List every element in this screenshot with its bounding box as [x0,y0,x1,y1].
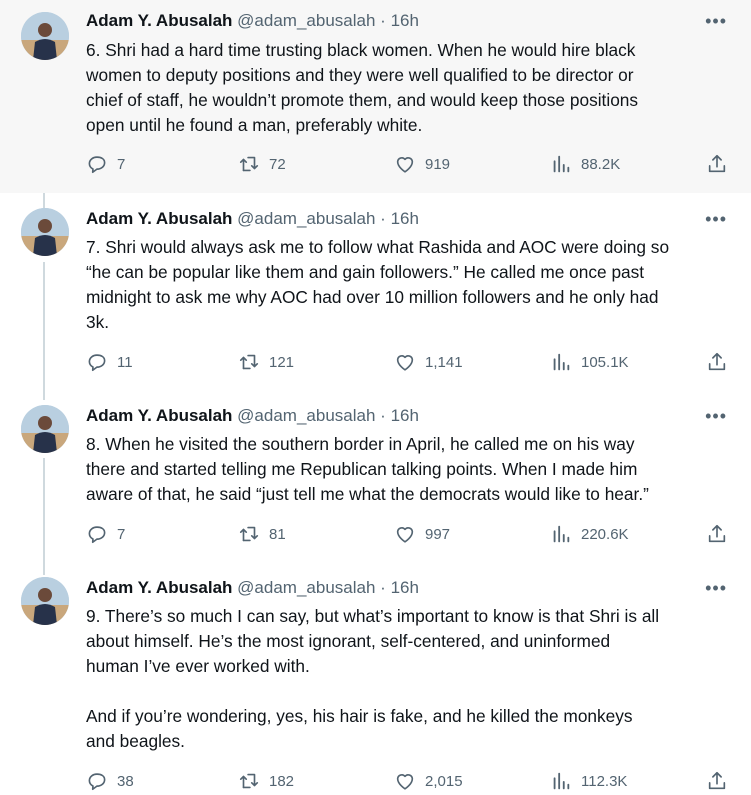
tweet[interactable]: Adam Y. Abusalah @adam_abusalah · 16h ••… [0,560,751,795]
views-icon [553,772,570,790]
tweet[interactable]: Adam Y. Abusalah @adam_abusalah · 16h ••… [0,0,751,193]
like-button[interactable]: 2,015 [394,770,463,792]
author-name[interactable]: Adam Y. Abusalah [86,209,232,228]
avatar[interactable] [21,208,69,256]
author-handle[interactable]: @adam_abusalah [237,406,375,425]
reply-button[interactable]: 7 [86,153,125,175]
author-handle[interactable]: @adam_abusalah [237,578,375,597]
like-button[interactable]: 919 [394,153,450,175]
share-button[interactable] [706,523,737,545]
retweet-count: 81 [269,525,286,543]
retweet-icon [239,156,259,172]
like-button[interactable]: 1,141 [394,351,463,373]
tweet-header: Adam Y. Abusalah @adam_abusalah · 16h [86,405,419,427]
avatar[interactable] [21,12,69,60]
separator: · [380,578,386,597]
share-button[interactable] [706,351,737,373]
share-icon [708,524,726,543]
tweet[interactable]: Adam Y. Abusalah @adam_abusalah · 16h ••… [0,193,751,388]
separator: · [380,406,386,425]
retweet-icon [239,354,259,370]
views-button[interactable]: 220.6K [550,523,629,545]
views-icon [553,353,570,371]
reply-button[interactable]: 7 [86,523,125,545]
reply-button[interactable]: 11 [86,351,133,373]
view-count: 88.2K [581,155,621,173]
like-count: 1,141 [425,353,463,371]
reply-count: 7 [117,155,126,173]
separator: · [380,11,386,30]
retweet-icon [239,526,259,542]
more-icon[interactable]: ••• [705,407,727,425]
retweet-button[interactable]: 182 [238,770,294,792]
share-button[interactable] [706,770,737,792]
more-icon[interactable]: ••• [705,579,727,597]
like-button[interactable]: 997 [394,523,450,545]
reply-icon [88,773,106,791]
reply-count: 7 [117,525,126,543]
timestamp[interactable]: 16h [391,578,419,597]
reply-icon [88,354,106,372]
view-count: 112.3K [581,772,628,790]
author-handle[interactable]: @adam_abusalah [237,11,375,30]
share-button[interactable] [706,153,737,175]
reply-icon [88,156,106,174]
retweet-button[interactable]: 121 [238,351,294,373]
reply-icon [88,526,106,544]
tweet-actions: 7 72 919 88.2K [86,153,730,177]
like-count: 2,015 [425,772,463,790]
more-icon[interactable]: ••• [705,12,727,30]
retweet-count: 72 [269,155,286,173]
timestamp[interactable]: 16h [391,406,419,425]
tweet-actions: 11 121 1,141 105.1K [86,351,730,375]
author-name[interactable]: Adam Y. Abusalah [86,406,232,425]
view-count: 220.6K [581,525,629,543]
tweet[interactable]: Adam Y. Abusalah @adam_abusalah · 16h ••… [0,388,751,560]
tweet-actions: 38 182 2,015 112.3K [86,770,730,794]
share-icon [708,771,726,790]
share-icon [708,154,726,173]
heart-icon [396,157,414,173]
like-count: 997 [425,525,451,543]
tweet-text: 9. There’s so much I can say, but what’s… [86,606,660,751]
heart-icon [396,355,414,371]
heart-icon [396,774,414,790]
reply-count: 11 [117,353,133,371]
tweet-text: 8. When he visited the southern border i… [86,434,649,504]
reply-count: 38 [117,772,134,790]
views-icon [553,155,570,173]
avatar[interactable] [21,577,69,625]
retweet-button[interactable]: 72 [238,153,286,175]
author-name[interactable]: Adam Y. Abusalah [86,578,232,597]
views-button[interactable]: 105.1K [550,351,629,373]
more-icon[interactable]: ••• [705,210,727,228]
like-count: 919 [425,155,451,173]
separator: · [380,209,386,228]
tweet-header: Adam Y. Abusalah @adam_abusalah · 16h [86,208,419,230]
timestamp[interactable]: 16h [391,209,419,228]
retweet-count: 121 [269,353,295,371]
share-icon [708,352,726,371]
tweet-header: Adam Y. Abusalah @adam_abusalah · 16h [86,577,419,599]
author-name[interactable]: Adam Y. Abusalah [86,11,232,30]
tweet-header: Adam Y. Abusalah @adam_abusalah · 16h [86,10,419,32]
views-button[interactable]: 88.2K [550,153,620,175]
heart-icon [396,527,414,543]
views-icon [553,525,570,543]
author-handle[interactable]: @adam_abusalah [237,209,375,228]
retweet-button[interactable]: 81 [238,523,286,545]
tweet-text: 7. Shri would always ask me to follow wh… [86,237,670,332]
retweet-icon [239,773,259,789]
reply-button[interactable]: 38 [86,770,134,792]
timestamp[interactable]: 16h [391,11,419,30]
tweet-text: 6. Shri had a hard time trusting black w… [86,40,639,135]
tweet-actions: 7 81 997 220.6K [86,523,730,547]
view-count: 105.1K [581,353,629,371]
views-button[interactable]: 112.3K [550,770,627,792]
retweet-count: 182 [269,772,295,790]
avatar[interactable] [21,405,69,453]
